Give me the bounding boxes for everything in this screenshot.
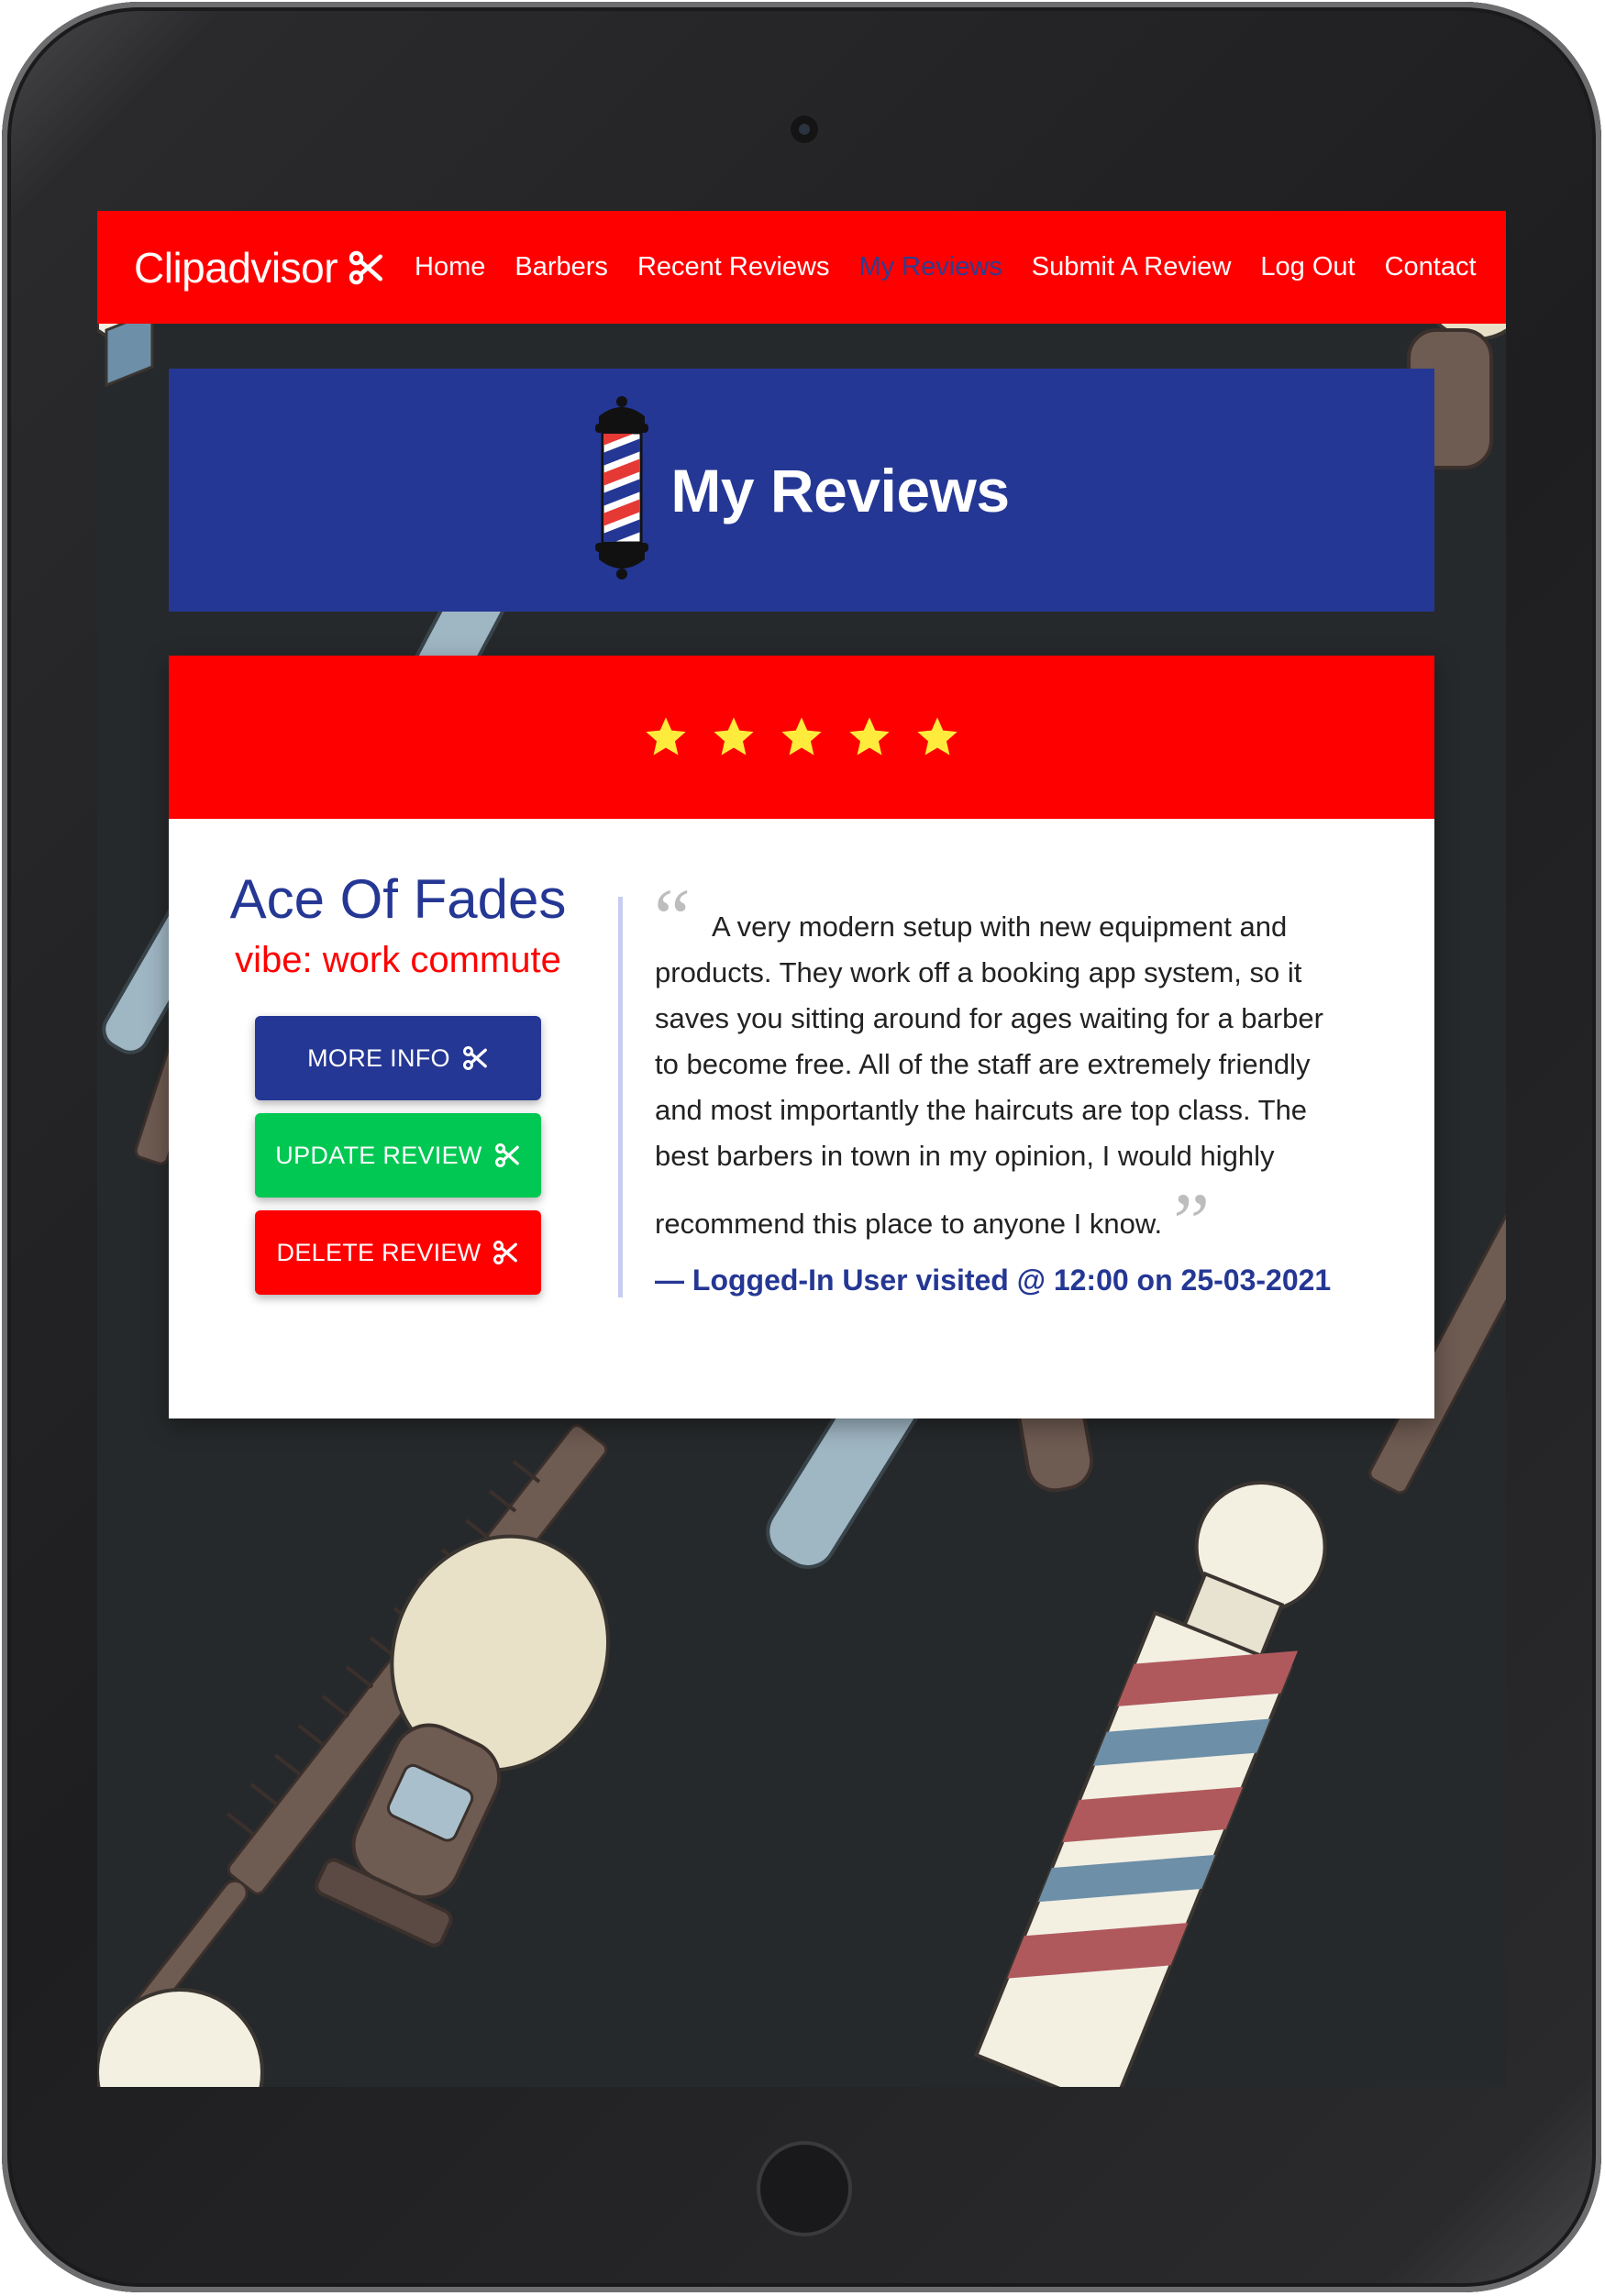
star-icon (917, 717, 957, 756)
brand-name: Clipadvisor (134, 243, 338, 292)
visit-info: — Logged-In User visited @ 12:00 on 25-0… (655, 1264, 1332, 1297)
star-icon (646, 717, 686, 756)
page-header-banner: My Reviews (169, 369, 1434, 612)
scissors-icon (492, 1239, 519, 1266)
open-quote-icon: “ (654, 873, 691, 964)
delete-review-label: DELETE REVIEW (276, 1238, 482, 1266)
rating-bar (169, 656, 1434, 819)
star-icon (781, 717, 822, 756)
review-text: A very modern setup with new equipment a… (655, 904, 1352, 1264)
barber-pole-icon (593, 396, 650, 584)
camera-icon (791, 116, 818, 143)
nav-barbers[interactable]: Barbers (515, 252, 608, 282)
star-icon (849, 717, 890, 756)
page-title: My Reviews (670, 456, 1010, 524)
barber-name: Ace Of Fades (229, 868, 567, 930)
navbar: Clipadvisor Home Barbers Recent Reviews … (97, 211, 1506, 324)
nav-recent-reviews[interactable]: Recent Reviews (637, 252, 830, 282)
star-icon (714, 717, 754, 756)
update-review-label: UPDATE REVIEW (275, 1141, 482, 1169)
delete-review-button[interactable]: DELETE REVIEW (255, 1210, 541, 1295)
brand-logo[interactable]: Clipadvisor (134, 243, 385, 293)
scissors-icon (461, 1044, 489, 1072)
review-card: Ace Of Fades vibe: work commute MORE INF… (169, 656, 1434, 1418)
vibe-label: vibe: work commute (235, 940, 561, 980)
close-quote-icon: ” (1173, 1177, 1211, 1268)
nav-home[interactable]: Home (415, 252, 485, 282)
nav-links: Home Barbers Recent Reviews My Reviews S… (385, 252, 1477, 282)
review-text-body: A very modern setup with new equipment a… (655, 911, 1323, 1240)
home-button[interactable] (757, 2141, 852, 2236)
barber-summary: Ace Of Fades vibe: work commute MORE INF… (224, 865, 572, 1295)
more-info-button[interactable]: MORE INFO (255, 1016, 541, 1100)
scissors-icon (347, 248, 385, 287)
update-review-button[interactable]: UPDATE REVIEW (255, 1113, 541, 1198)
review-body: Ace Of Fades vibe: work commute MORE INF… (169, 819, 1434, 1418)
nav-contact[interactable]: Contact (1385, 252, 1477, 282)
browser-viewport: Clipadvisor Home Barbers Recent Reviews … (97, 211, 1506, 2087)
nav-submit-review[interactable]: Submit A Review (1032, 252, 1232, 282)
more-info-label: MORE INFO (307, 1043, 450, 1072)
scissors-icon (493, 1142, 521, 1169)
review-quote: “ A very modern setup with new equipment… (618, 878, 1352, 1297)
nav-my-reviews[interactable]: My Reviews (858, 252, 1002, 282)
nav-log-out[interactable]: Log Out (1260, 252, 1355, 282)
tablet-frame: Clipadvisor Home Barbers Recent Reviews … (2, 2, 1601, 2292)
